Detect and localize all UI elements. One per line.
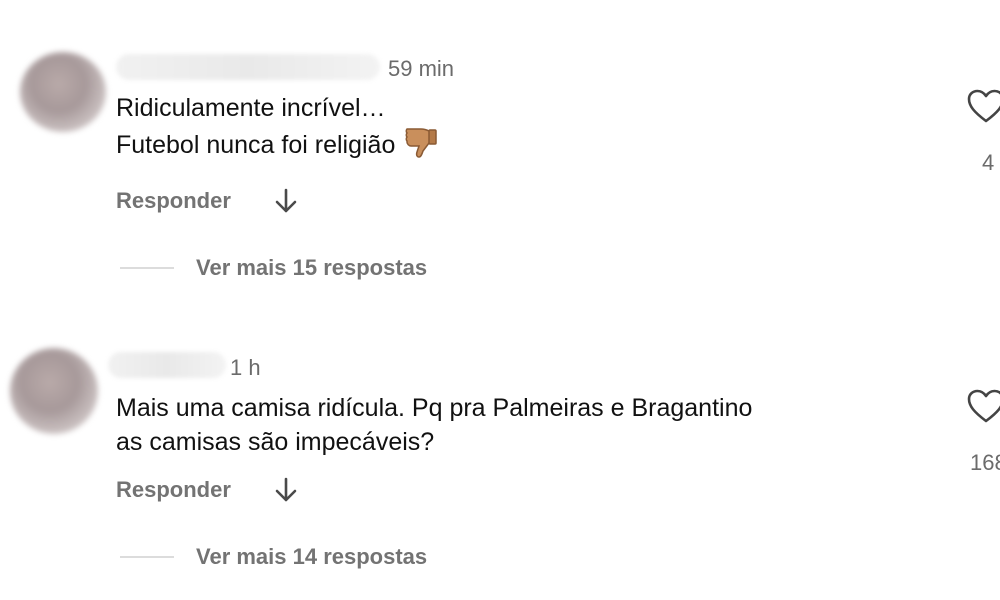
comment-item: 59 min Ridiculamente incrível… Futebol n… <box>0 0 1000 300</box>
comments-page: 59 min Ridiculamente incrível… Futebol n… <box>0 0 1000 600</box>
comment-text-line: as camisas são impecáveis? <box>116 428 435 456</box>
comment-timestamp: 1 h <box>230 355 261 380</box>
reply-row: Responder <box>116 186 301 216</box>
comment-item: 1 h Mais uma camisa ridícula. Pq pra Pal… <box>0 300 1000 600</box>
comment-timestamp: 59 min <box>388 56 455 81</box>
avatar[interactable] <box>10 348 98 434</box>
comment-text-line: Mais uma camisa ridícula. Pq pra Palmeir… <box>116 394 753 422</box>
like-count: 4 <box>982 150 995 175</box>
like-count: 168 <box>970 450 1000 475</box>
avatar[interactable] <box>20 52 106 132</box>
username-redacted[interactable] <box>116 54 380 80</box>
heart-icon[interactable] <box>966 388 1000 424</box>
divider-line <box>120 267 174 269</box>
comment-text-line-with-emoji: Futebol nunca foi religião <box>116 125 439 162</box>
comment-text: Ridiculamente incrível… Futebol nunca fo… <box>116 91 439 162</box>
view-more-replies-button[interactable]: Ver mais 15 respostas <box>120 255 427 281</box>
reply-button[interactable]: Responder <box>116 477 231 503</box>
view-more-replies-label: Ver mais 15 respostas <box>196 255 428 280</box>
heart-icon[interactable] <box>966 88 1000 124</box>
view-more-replies-label: Ver mais 14 respostas <box>196 544 428 569</box>
arrow-down-icon[interactable] <box>271 475 301 505</box>
like-column: 168 <box>966 388 1000 475</box>
thumbs-down-icon <box>405 128 438 158</box>
comment-text-line: Futebol nunca foi religião <box>116 131 396 159</box>
like-column: 4 <box>966 88 1000 175</box>
arrow-down-icon[interactable] <box>271 186 301 216</box>
username-redacted[interactable] <box>108 352 226 378</box>
comment-text: Mais uma camisa ridícula. Pq pra Palmeir… <box>116 391 752 459</box>
reply-button[interactable]: Responder <box>116 188 231 214</box>
divider-line <box>120 556 174 558</box>
reply-row: Responder <box>116 475 301 505</box>
view-more-replies-button[interactable]: Ver mais 14 respostas <box>120 544 427 570</box>
comment-text-line: Ridiculamente incrível… <box>116 94 386 122</box>
